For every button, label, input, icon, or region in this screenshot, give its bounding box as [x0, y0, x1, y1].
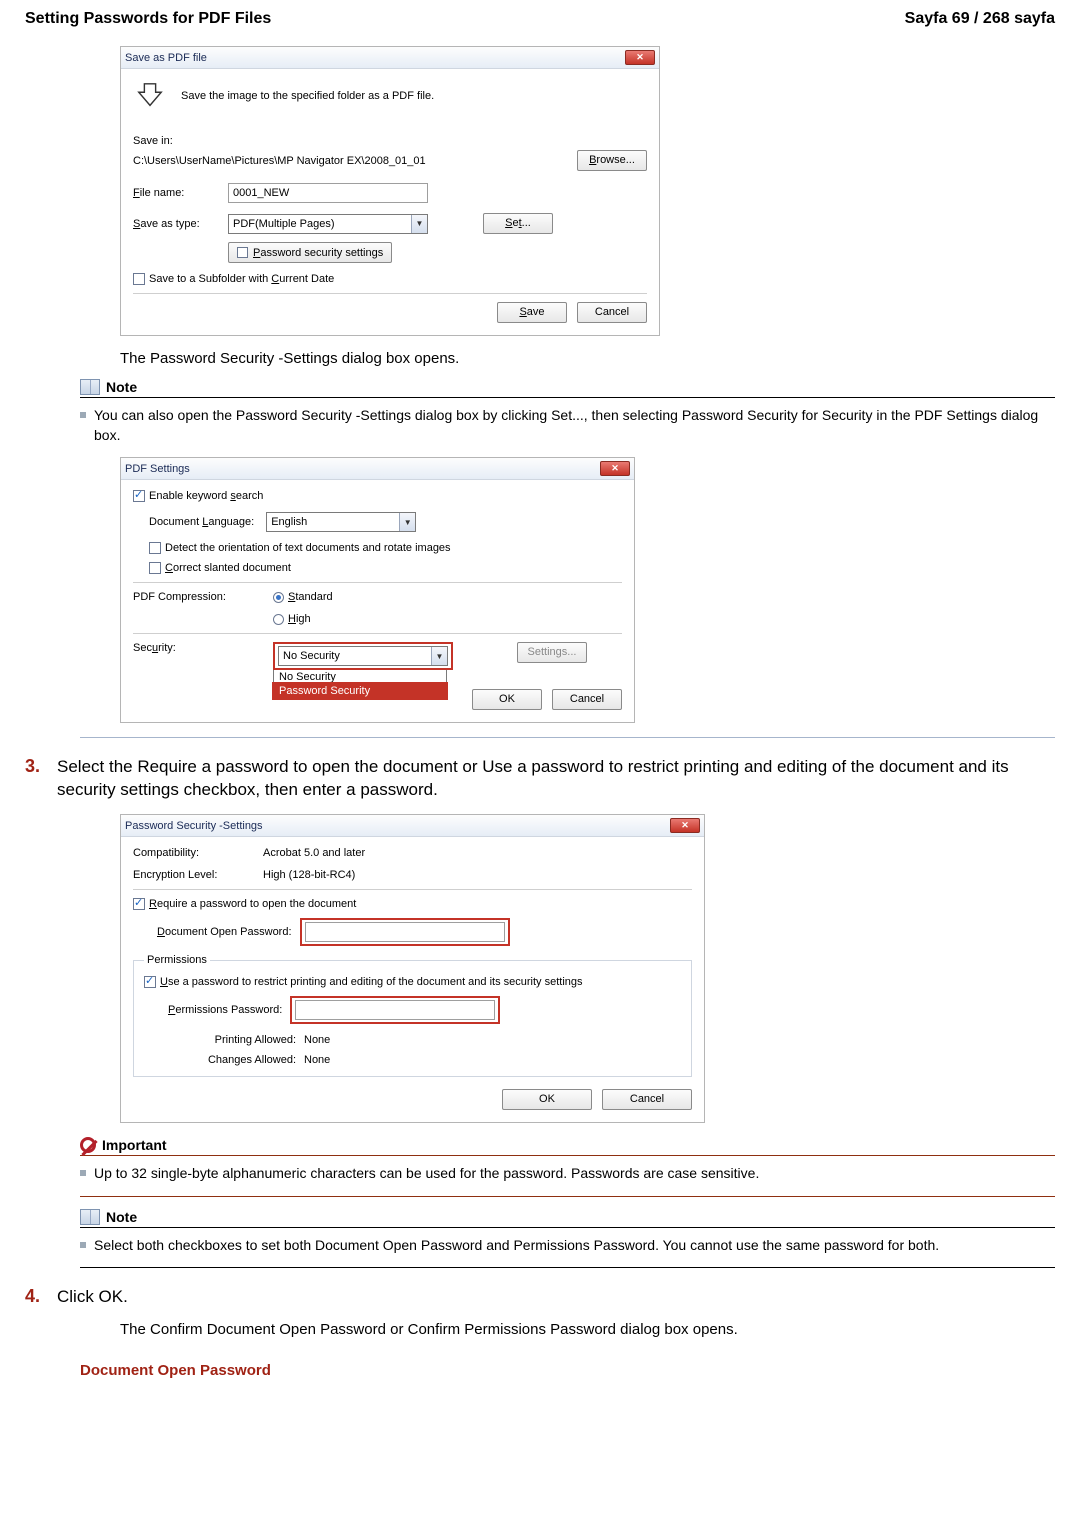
chevron-down-icon: ▼	[411, 215, 427, 233]
browse-button[interactable]: Browse...	[577, 150, 647, 171]
enable-keyword-label: Enable keyword search	[149, 490, 263, 502]
security-combo[interactable]: No Security ▼	[278, 646, 448, 666]
file-name-label: File name:	[133, 187, 218, 199]
cancel-button[interactable]: Cancel	[602, 1089, 692, 1110]
save-arrow-icon	[133, 79, 167, 113]
dialog2-title: PDF Settings	[125, 463, 190, 475]
save-as-type-combo[interactable]: PDF(Multiple Pages) ▼	[228, 214, 428, 234]
chevron-down-icon: ▼	[431, 647, 447, 665]
compat-value: Acrobat 5.0 and later	[263, 847, 365, 859]
cancel-button[interactable]: Cancel	[552, 689, 622, 710]
dialog1-intro: Save the image to the specified folder a…	[181, 90, 434, 102]
permissions-fieldset: Permissions Use a password to restrict p…	[133, 954, 692, 1077]
restrict-password-checkbox[interactable]	[144, 976, 156, 988]
important-icon	[80, 1137, 96, 1153]
page-title: Setting Passwords for PDF Files	[25, 10, 271, 28]
compression-standard-radio[interactable]	[273, 592, 284, 603]
file-name-input[interactable]	[228, 183, 428, 203]
ok-button[interactable]: OK	[472, 689, 542, 710]
document-open-password-heading: Document Open Password	[80, 1362, 1055, 1379]
security-dropdown[interactable]: No Security Password Security	[273, 669, 447, 699]
require-password-label: Require a password to open the document	[149, 898, 356, 910]
checkbox-icon	[237, 247, 248, 258]
doc-open-password-input[interactable]	[305, 922, 505, 942]
perm-pwd-label: Permissions Password:	[168, 1004, 282, 1016]
chevron-down-icon: ▼	[399, 513, 415, 531]
bullet-icon	[80, 1242, 86, 1248]
password-security-settings-button[interactable]: Password security settings	[228, 242, 392, 263]
note-label: Note	[106, 379, 137, 395]
bullet-icon	[80, 1170, 86, 1176]
note1-item: You can also open the Password Security …	[80, 404, 1055, 447]
printing-allowed-value: None	[304, 1034, 330, 1046]
compression-standard-label: Standard	[288, 591, 333, 603]
permissions-password-input[interactable]	[295, 1000, 495, 1020]
printing-allowed-label: Printing Allowed:	[196, 1034, 296, 1046]
correct-slanted-label: Correct slanted document	[165, 562, 291, 574]
ok-button[interactable]: OK	[502, 1089, 592, 1110]
doc-lang-label: Document Language:	[149, 516, 254, 528]
step4-number: 4.	[25, 1286, 45, 1309]
note-label: Note	[106, 1209, 137, 1225]
pwd-sec-label: Password security settings	[253, 247, 383, 259]
enable-keyword-checkbox[interactable]	[133, 490, 145, 502]
enc-value: High (128-bit-RC4)	[263, 869, 355, 881]
detect-orientation-checkbox[interactable]	[149, 542, 161, 554]
important-label: Important	[102, 1137, 167, 1153]
after-dialog1-text: The Password Security -Settings dialog b…	[120, 350, 1055, 367]
security-label: Security:	[133, 642, 243, 654]
doc-lang-value: English	[267, 513, 399, 531]
note2-text: Select both checkboxes to set both Docum…	[94, 1236, 939, 1256]
pdf-settings-dialog: PDF Settings ✕ Enable keyword search Doc…	[120, 457, 635, 723]
password-security-settings-dialog: Password Security -Settings ✕ Compatibil…	[120, 814, 705, 1123]
save-as-pdf-dialog: Save as PDF file ✕ Save the image to the…	[120, 46, 660, 336]
step4-text: Click OK.	[57, 1286, 1055, 1309]
changes-allowed-label: Changes Allowed:	[196, 1054, 296, 1066]
close-icon[interactable]: ✕	[625, 50, 655, 65]
doc-open-pwd-label: Document Open Password:	[157, 926, 292, 938]
save-in-label: Save in:	[133, 135, 647, 147]
save-in-path: C:\Users\UserName\Pictures\MP Navigator …	[133, 155, 527, 167]
page-indicator: Sayfa 69 / 268 sayfa	[905, 10, 1055, 28]
save-as-type-label: Save as type:	[133, 218, 218, 230]
dialog1-title: Save as PDF file	[125, 52, 207, 64]
settings-button[interactable]: Settings...	[517, 642, 587, 663]
dialog3-title: Password Security -Settings	[125, 820, 263, 832]
enc-label: Encryption Level:	[133, 869, 253, 881]
save-as-type-value: PDF(Multiple Pages)	[229, 215, 411, 233]
save-button[interactable]: Save	[497, 302, 567, 323]
cancel-button[interactable]: Cancel	[577, 302, 647, 323]
note2-item: Select both checkboxes to set both Docum…	[80, 1234, 1055, 1258]
note-icon	[80, 379, 100, 395]
note-icon	[80, 1209, 100, 1225]
close-icon[interactable]: ✕	[600, 461, 630, 476]
important-text: Up to 32 single-byte alphanumeric charac…	[94, 1164, 759, 1184]
important-item: Up to 32 single-byte alphanumeric charac…	[80, 1162, 1055, 1186]
step3-text: Select the Require a password to open th…	[57, 756, 1055, 802]
require-password-checkbox[interactable]	[133, 898, 145, 910]
detect-orientation-label: Detect the orientation of text documents…	[165, 542, 451, 554]
permissions-legend: Permissions	[144, 954, 210, 966]
compression-high-radio[interactable]	[273, 614, 284, 625]
security-option-password[interactable]: Password Security	[274, 684, 446, 698]
close-icon[interactable]: ✕	[670, 818, 700, 833]
step4-after-text: The Confirm Document Open Password or Co…	[120, 1319, 1055, 1340]
bullet-icon	[80, 412, 86, 418]
compression-label: PDF Compression:	[133, 591, 243, 603]
subfolder-checkbox[interactable]	[133, 273, 145, 285]
step3-number: 3.	[25, 756, 45, 802]
changes-allowed-value: None	[304, 1054, 330, 1066]
compat-label: Compatibility:	[133, 847, 253, 859]
security-option-none[interactable]: No Security	[274, 670, 446, 684]
compression-high-label: High	[288, 613, 311, 625]
subfolder-label: Save to a Subfolder with Current Date	[149, 273, 334, 285]
security-value: No Security	[279, 647, 431, 665]
restrict-password-label: Use a password to restrict printing and …	[160, 976, 583, 988]
doc-lang-combo[interactable]: English ▼	[266, 512, 416, 532]
note1-text: You can also open the Password Security …	[94, 406, 1055, 445]
set-button[interactable]: Set...	[483, 213, 553, 234]
correct-slanted-checkbox[interactable]	[149, 562, 161, 574]
